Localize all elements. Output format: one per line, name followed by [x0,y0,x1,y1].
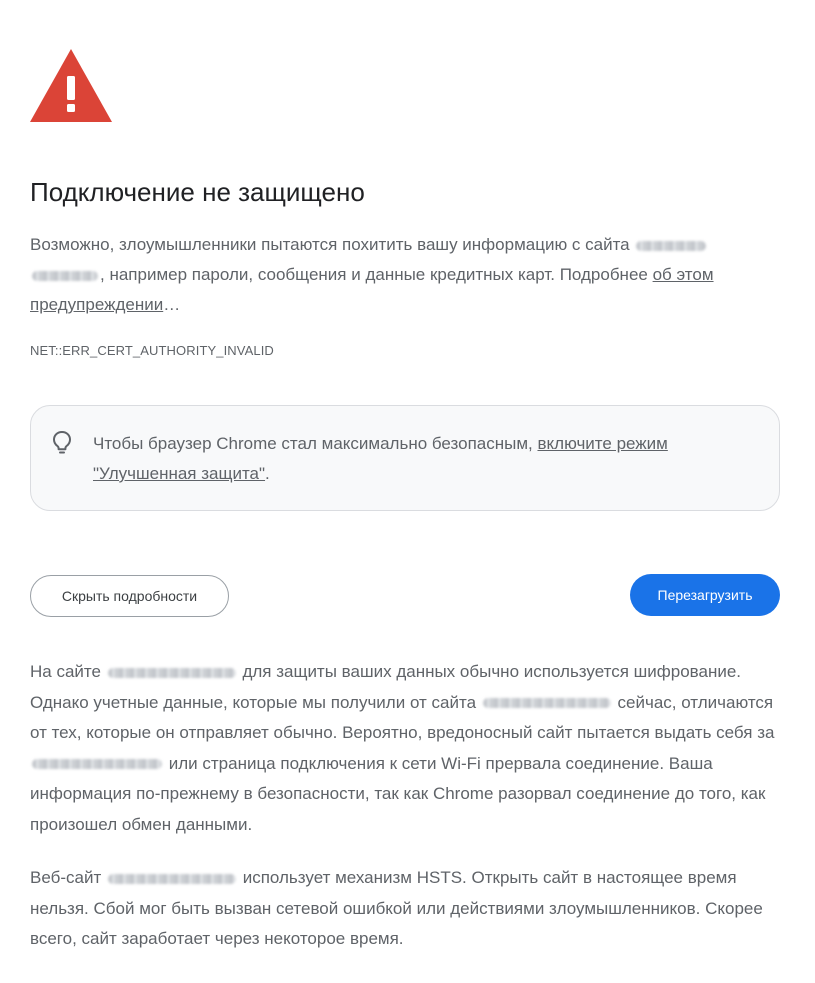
hide-details-button[interactable]: Скрыть подробности [30,575,229,617]
lightbulb-icon [53,431,71,454]
tip-text-end: . [265,464,270,483]
reload-button[interactable]: Перезагрузить [630,574,780,616]
intro-part-1: Возможно, злоумышленники пытаются похити… [30,235,630,254]
enhanced-protection-tip: Чтобы браузер Chrome стал максимально бе… [30,405,780,511]
page-title: Подключение не защищено [30,177,365,207]
tip-text-part: Чтобы браузер Chrome стал максимально бе… [93,434,533,453]
intro-ellipsis: … [163,295,181,314]
details-text: Веб-сайт [30,868,102,887]
details-paragraph-1: На сайте для защиты ваших данных обычно … [30,657,780,840]
redacted-domain [107,667,236,678]
intro-text: Возможно, злоумышленники пытаются похити… [30,230,780,320]
redacted-domain [636,240,707,251]
warning-triangle-icon [30,49,112,122]
redacted-domain [482,698,611,709]
details-paragraph-2: Веб-сайт использует механизм HSTS. Откры… [30,863,780,955]
intro-part-2: , например пароли, сообщения и данные кр… [100,265,648,284]
tip-text: Чтобы браузер Chrome стал максимально бе… [93,429,753,489]
error-code: NET::ERR_CERT_AUTHORITY_INVALID [30,343,274,358]
details-text: На сайте [30,662,101,681]
redacted-domain [32,270,98,281]
redacted-domain [32,759,162,770]
redacted-domain [107,873,236,884]
